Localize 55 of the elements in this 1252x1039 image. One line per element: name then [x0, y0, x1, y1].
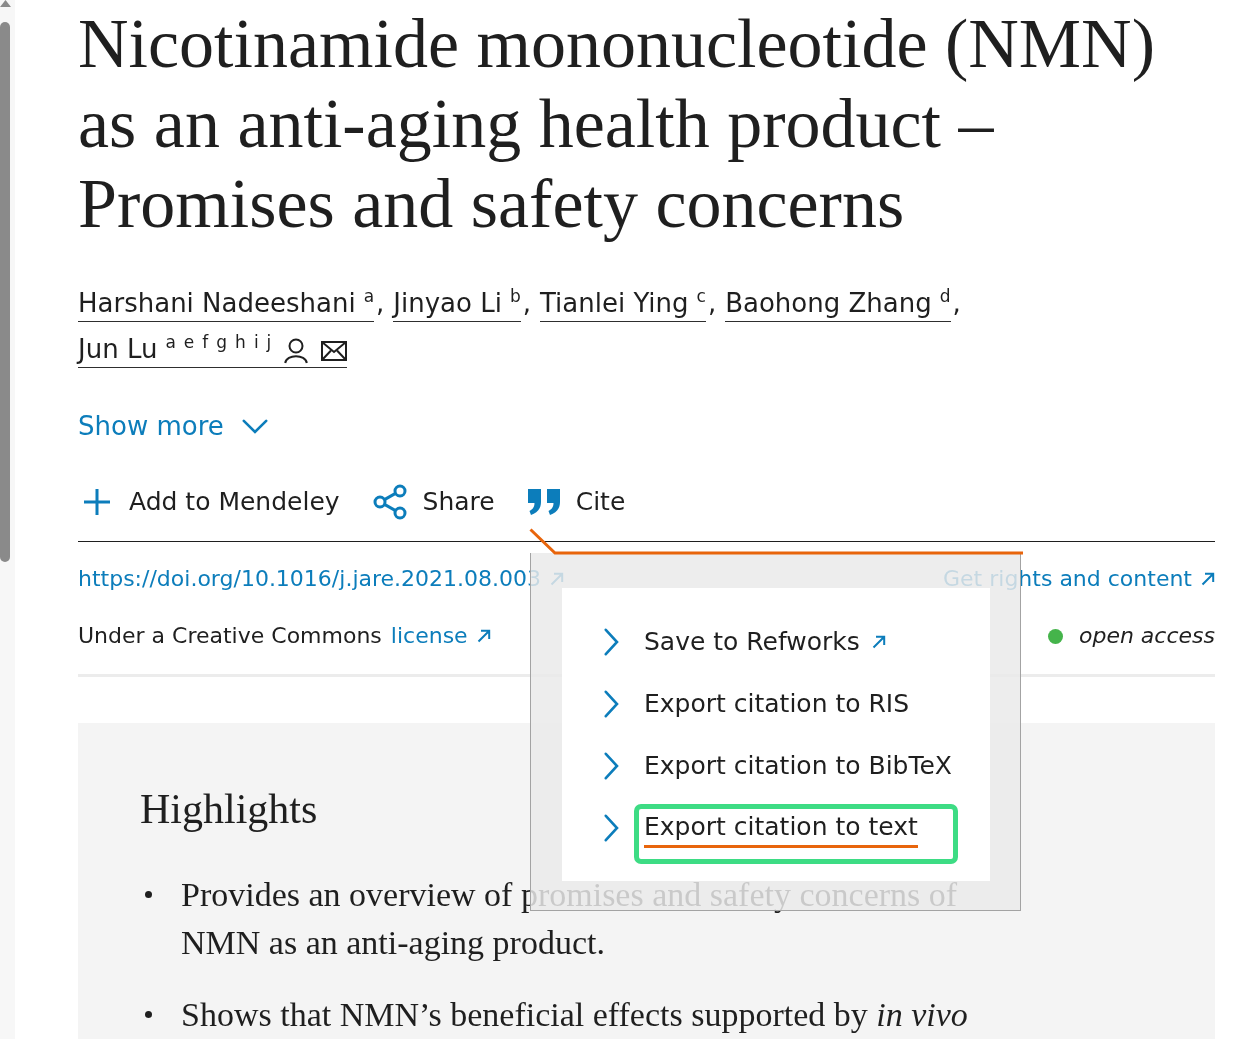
author-name: Harshani Nadeeshani	[78, 288, 356, 318]
highlights-heading: Highlights	[140, 785, 318, 834]
status-dot-icon	[1047, 628, 1063, 644]
menu-link[interactable]: Export citation to RIS	[644, 689, 910, 719]
scrollbar-thumb[interactable]	[0, 22, 10, 562]
author-link[interactable]: Jun Lu a e f g h i j	[78, 334, 348, 368]
license-text: Under a Creative Commons	[78, 622, 382, 650]
show-more-button[interactable]: Show more	[78, 411, 268, 441]
bullet-icon	[145, 1011, 152, 1018]
author-name: Jun Lu	[78, 334, 158, 364]
bullet-icon	[145, 891, 152, 898]
external-link-icon	[476, 629, 491, 643]
affiliation-mark[interactable]: g	[216, 332, 228, 352]
affiliation-mark[interactable]: a	[165, 332, 176, 352]
chevron-right-icon	[604, 628, 619, 656]
author-name: Tianlei Ying	[539, 288, 689, 318]
affiliation-mark[interactable]: a	[363, 286, 375, 306]
affiliation-mark[interactable]: j	[266, 332, 272, 352]
quote-icon	[527, 489, 560, 515]
envelope-icon[interactable]	[321, 341, 348, 361]
add-button[interactable]: Add to Mendeley	[78, 484, 340, 520]
menu-link[interactable]: Save to Refworks	[644, 627, 860, 657]
author-link[interactable]: Harshani Nadeeshani a	[78, 288, 375, 322]
plus-icon	[84, 489, 110, 515]
author-link[interactable]: Jinyao Li b	[393, 288, 521, 322]
highlight-text: Shows that NMN’s beneficial effects supported by in vivo	[181, 995, 969, 1035]
share-button[interactable]: Share	[372, 484, 495, 520]
author-link[interactable]: Tianlei Ying c	[539, 288, 706, 322]
separator-text: ,	[952, 288, 961, 318]
affiliation-mark[interactable]: f	[202, 332, 209, 352]
separator-text: ,	[376, 288, 385, 318]
article-title: Nicotinamide mononucleotide (NMN) as an anti-aging health product – Promises and safety concerns	[78, 4, 1156, 244]
license-link[interactable]: license	[390, 621, 468, 651]
menu-link[interactable]: Export citation to BibTeX	[644, 751, 952, 781]
affiliation-mark[interactable]: e	[183, 332, 195, 352]
person-icon[interactable]	[284, 338, 309, 364]
author-name: Baohong Zhang	[725, 288, 932, 318]
affiliation-mark[interactable]: b	[509, 286, 521, 306]
menu-link[interactable]: Export citation to text	[644, 808, 918, 848]
share-icon	[372, 484, 407, 520]
separator-text: ,	[522, 288, 531, 318]
affiliation-mark[interactable]: h	[235, 332, 246, 352]
author-name: Jinyao Li	[393, 288, 502, 318]
scroll-up-arrow-icon[interactable]	[0, 0, 11, 7]
access-label: open access	[1078, 622, 1215, 650]
cite-button[interactable]: Cite	[527, 484, 626, 520]
chevron-right-icon	[604, 752, 619, 780]
external-link-icon	[1201, 572, 1215, 586]
affiliation-mark[interactable]: i	[253, 332, 259, 352]
chevron-right-icon	[604, 814, 619, 842]
chevron-right-icon	[604, 690, 619, 718]
author-link[interactable]: Baohong Zhang d	[725, 288, 951, 322]
separator-text: ,	[707, 288, 717, 318]
affiliation-mark[interactable]: c	[696, 286, 706, 306]
affiliation-mark[interactable]: d	[939, 286, 951, 306]
